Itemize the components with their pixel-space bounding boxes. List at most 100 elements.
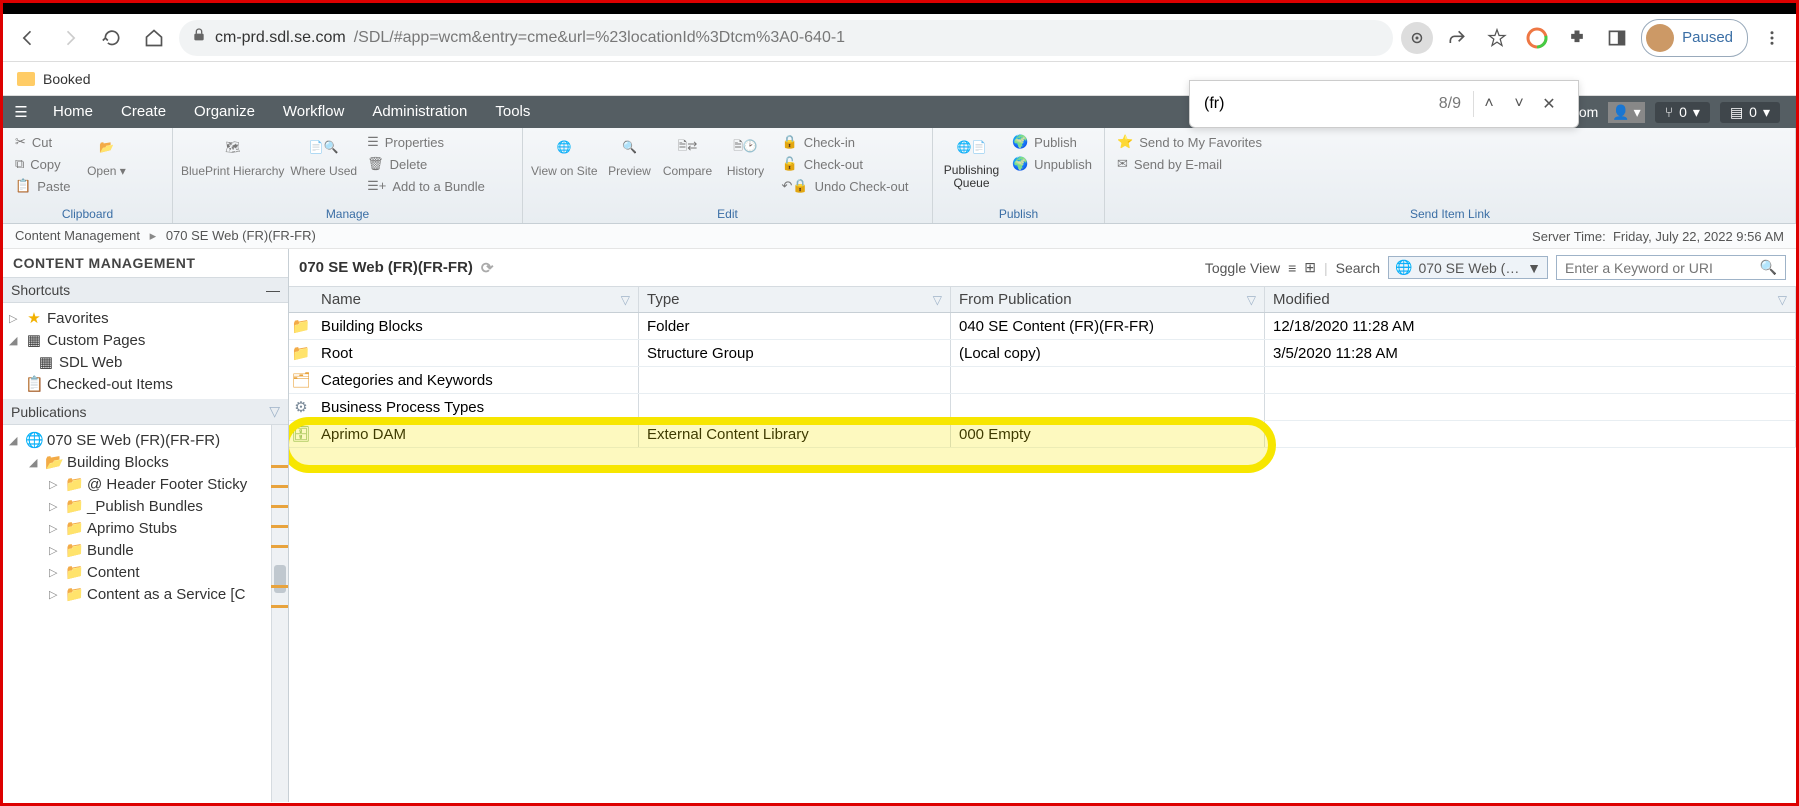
leftpane-title: CONTENT MANAGEMENT [3, 249, 288, 278]
properties-button[interactable]: ☰Properties [363, 132, 489, 152]
table-row[interactable]: 📁 Building Blocks Folder 040 SE Content … [289, 313, 1796, 340]
shortcut-custompages[interactable]: ◢▦Custom Pages [3, 329, 288, 351]
extensions-icon[interactable] [1561, 22, 1593, 54]
col-modified[interactable]: Modified▽ [1265, 287, 1796, 312]
find-prev-button[interactable]: ˄ [1474, 95, 1504, 113]
collapse-icon[interactable]: — [266, 282, 280, 298]
shortcuts-header[interactable]: Shortcuts— [3, 278, 288, 303]
tree-item[interactable]: ▷📁Bundle [3, 539, 288, 561]
tree-item[interactable]: ▷📁Aprimo Stubs [3, 517, 288, 539]
sidepanel-icon[interactable] [1601, 22, 1633, 54]
publications-header[interactable]: Publications▽ [3, 399, 288, 425]
col-from[interactable]: From Publication▽ [951, 287, 1265, 312]
add-bundle-button[interactable]: ☰+Add to a Bundle [363, 176, 489, 196]
viewonsite-button[interactable]: 🌐View on Site [531, 132, 598, 178]
tree-item[interactable]: ▷📁_Publish Bundles [3, 495, 288, 517]
paste-button[interactable]: 📋Paste [11, 176, 74, 196]
group-publish-label: Publish [941, 205, 1096, 221]
pubqueue-button[interactable]: 🌐📄Publishing Queue [941, 132, 1002, 190]
filter-icon[interactable]: ▽ [1247, 293, 1256, 307]
shortcut-checkedout[interactable]: 📋Checked-out Items [3, 373, 288, 395]
menu-workflow[interactable]: Workflow [269, 96, 358, 128]
shortcut-sdlweb[interactable]: ▦SDL Web [3, 351, 288, 373]
checkout-button[interactable]: 🔓Check-out [778, 154, 913, 174]
list-view-icon[interactable]: ≡ [1288, 260, 1296, 276]
filter-icon[interactable]: ▽ [933, 293, 942, 307]
home-button[interactable] [137, 21, 171, 55]
doc-counter[interactable]: ▤ 0 ▾ [1720, 102, 1780, 123]
publish-button[interactable]: 🌍Publish [1008, 132, 1096, 152]
globe-icon: 🌐 [1395, 259, 1412, 276]
tree-scrollbar[interactable] [271, 425, 288, 802]
preview-button[interactable]: 🔍Preview [604, 132, 656, 178]
shortcut-favorites[interactable]: ▷★Favorites [3, 307, 288, 329]
table-row[interactable]: 🗂 Categories and Keywords [289, 367, 1796, 394]
back-button[interactable] [11, 21, 45, 55]
structure-group-icon: 📁 [289, 340, 313, 366]
page-icon: ▦ [25, 331, 43, 349]
filter-icon[interactable]: ▽ [269, 403, 280, 420]
grid-view-icon[interactable]: ⊞ [1304, 259, 1316, 276]
user-icon[interactable]: 👤 ▾ [1608, 102, 1644, 123]
ext-circle-icon[interactable] [1521, 22, 1553, 54]
branch-counter[interactable]: ⑂ 0 ▾ [1655, 102, 1710, 123]
breadcrumb-root[interactable]: Content Management [15, 228, 140, 243]
tree-item[interactable]: ▷📁@ Header Footer Sticky [3, 473, 288, 495]
lock-icon [191, 27, 207, 48]
search-input[interactable] [1565, 260, 1754, 276]
copy-button[interactable]: ⧉Copy [11, 154, 74, 174]
share-icon[interactable] [1441, 22, 1473, 54]
kebab-menu-icon[interactable] [1756, 22, 1788, 54]
search-box[interactable]: 🔍 [1556, 255, 1786, 280]
blueprint-button[interactable]: 🗺BluePrint Hierarchy [181, 132, 284, 178]
refresh-icon[interactable]: ⟳ [481, 259, 494, 277]
profile-paused-pill[interactable]: Paused [1641, 19, 1748, 57]
undocheckout-button[interactable]: ↶🔒Undo Check-out [778, 176, 913, 196]
col-type[interactable]: Type▽ [639, 287, 951, 312]
breadcrumb-location[interactable]: 070 SE Web (FR)(FR-FR) [166, 228, 316, 243]
find-input[interactable] [1204, 95, 1427, 113]
search-icon[interactable]: 🔍 [1760, 259, 1777, 276]
table-row[interactable]: ⚙ Business Process Types [289, 394, 1796, 421]
grid-header-row: Name▽ Type▽ From Publication▽ Modified▽ [289, 287, 1796, 313]
tree-item[interactable]: ▷📁Content as a Service [C [3, 583, 288, 605]
breadcrumb-row: Content Management ▸ 070 SE Web (FR)(FR-… [3, 224, 1796, 249]
menu-create[interactable]: Create [107, 96, 180, 128]
menu-administration[interactable]: Administration [358, 96, 481, 128]
col-name[interactable]: Name▽ [313, 287, 639, 312]
address-bar[interactable]: cm-prd.sdl.se.com/SDL/#app=wcm&entry=cme… [179, 20, 1393, 56]
bookmark-item[interactable]: Booked [43, 71, 90, 87]
search-scope-select[interactable]: 🌐070 SE Web (FR...▼ [1388, 256, 1548, 279]
ecl-icon: 🗄 [289, 421, 313, 447]
reload-button[interactable] [95, 21, 129, 55]
find-count: 8/9 [1427, 95, 1473, 113]
send-favorites-button[interactable]: ⭐Send to My Favorites [1113, 132, 1266, 152]
table-row-highlighted[interactable]: 🗄 Aprimo DAM External Content Library 00… [289, 421, 1796, 448]
open-button[interactable]: 📂Open ▾ [80, 132, 132, 178]
tree-item[interactable]: ▷📁Content [3, 561, 288, 583]
find-close-button[interactable]: ✕ [1534, 94, 1564, 114]
filter-icon[interactable]: ▽ [621, 293, 630, 307]
history-button[interactable]: 🗎🕑History [720, 132, 772, 178]
pub-root[interactable]: ◢🌐070 SE Web (FR)(FR-FR) [3, 429, 288, 451]
tree-building-blocks[interactable]: ◢📂Building Blocks [3, 451, 288, 473]
unpublish-button[interactable]: 🌍Unpublish [1008, 154, 1096, 174]
bookmark-star-icon[interactable] [1481, 22, 1513, 54]
forward-button[interactable] [53, 21, 87, 55]
hamburger-icon[interactable]: ☰ [3, 103, 39, 121]
find-next-button[interactable]: ˅ [1504, 95, 1534, 113]
menu-tools[interactable]: Tools [481, 96, 544, 128]
ribbon: ✂Cut ⧉Copy 📋Paste 📂Open ▾ Clipboard 🗺Blu… [3, 128, 1796, 224]
menu-home[interactable]: Home [39, 96, 107, 128]
checkin-button[interactable]: 🔒Check-in [778, 132, 913, 152]
send-email-button[interactable]: ✉Send by E-mail [1113, 154, 1266, 174]
whereused-button[interactable]: 📄🔍Where Used [290, 132, 357, 178]
filter-icon[interactable]: ▽ [1778, 293, 1787, 307]
group-send-label: Send Item Link [1113, 205, 1787, 221]
table-row[interactable]: 📁 Root Structure Group (Local copy) 3/5/… [289, 340, 1796, 367]
compare-button[interactable]: 🗎⇄Compare [662, 132, 714, 178]
listing-header: 070 SE Web (FR)(FR-FR) ⟳ Toggle View ≡ ⊞… [289, 249, 1796, 287]
delete-button[interactable]: 🗑Delete [363, 154, 489, 174]
menu-organize[interactable]: Organize [180, 96, 269, 128]
lens-ext-icon[interactable] [1401, 22, 1433, 54]
